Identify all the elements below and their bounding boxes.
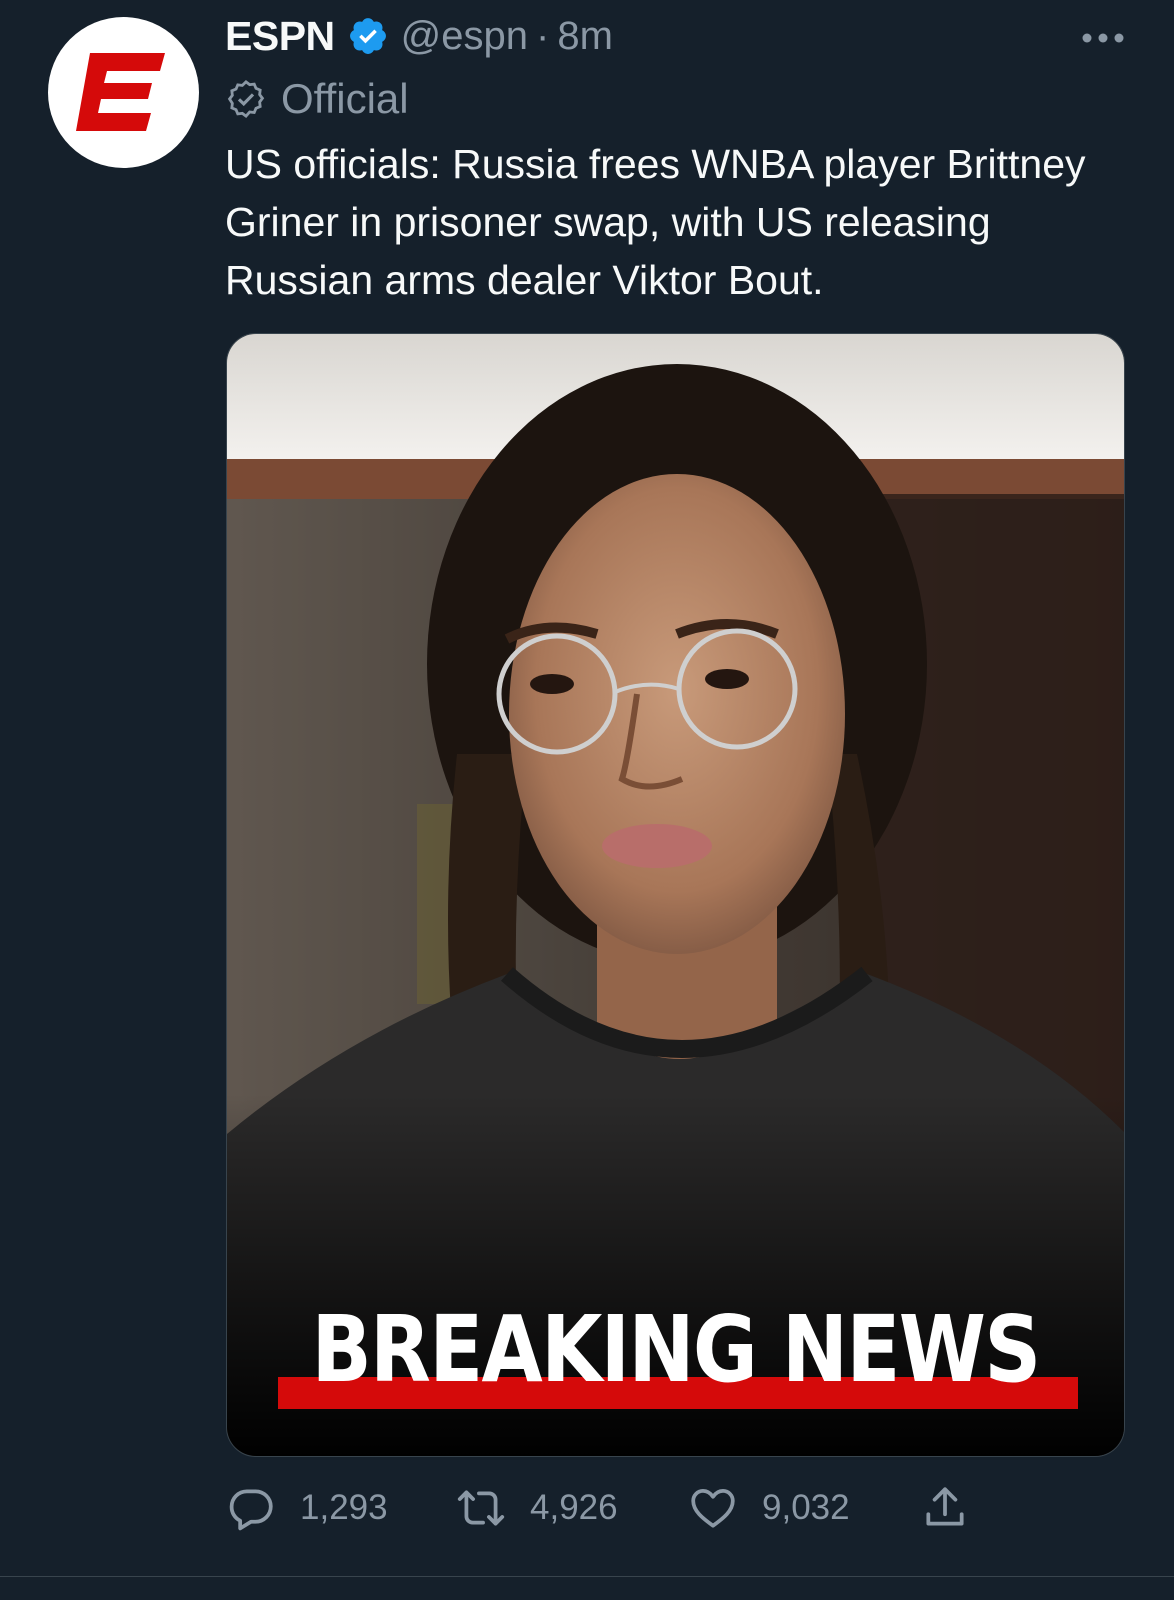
like-button[interactable]: 9,032 — [688, 1483, 920, 1533]
display-name[interactable]: ESPN — [225, 13, 335, 60]
more-button[interactable] — [1078, 18, 1128, 58]
timestamp[interactable]: 8m — [557, 14, 613, 59]
reply-button[interactable]: 1,293 — [226, 1483, 456, 1533]
tweet-divider — [0, 1576, 1174, 1577]
retweet-count: 4,926 — [530, 1488, 618, 1527]
verified-badge-icon — [347, 15, 389, 57]
handle[interactable]: @espn — [401, 14, 528, 59]
news-photo — [227, 334, 1124, 1456]
breaking-news-text: BREAKING NEWS — [311, 1296, 1041, 1403]
tweet-media[interactable]: BREAKING NEWS — [226, 333, 1125, 1457]
retweet-icon — [457, 1490, 505, 1526]
more-dots-icon — [1082, 33, 1124, 43]
heart-icon — [691, 1489, 735, 1528]
share-icon — [926, 1487, 964, 1526]
tweet-actions: 1,293 4,926 9,032 — [226, 1478, 970, 1538]
tweet[interactable]: ESPN @espn · 8m Official US officials: R… — [0, 0, 1174, 1576]
tweet-text: US officials: Russia frees WNBA player B… — [225, 141, 1086, 303]
separator-dot: · — [536, 13, 550, 58]
share-button[interactable] — [920, 1483, 970, 1533]
like-count: 9,032 — [762, 1488, 850, 1527]
official-label-row: Official — [225, 72, 409, 126]
tweet-header: ESPN @espn · 8m — [225, 10, 613, 62]
retweet-button[interactable]: 4,926 — [456, 1483, 688, 1533]
official-badge-icon — [227, 80, 265, 119]
espn-logo-icon — [76, 53, 165, 131]
reply-count: 1,293 — [300, 1488, 388, 1527]
avatar[interactable] — [48, 17, 199, 168]
official-label: Official — [281, 75, 409, 122]
reply-icon — [229, 1489, 273, 1531]
